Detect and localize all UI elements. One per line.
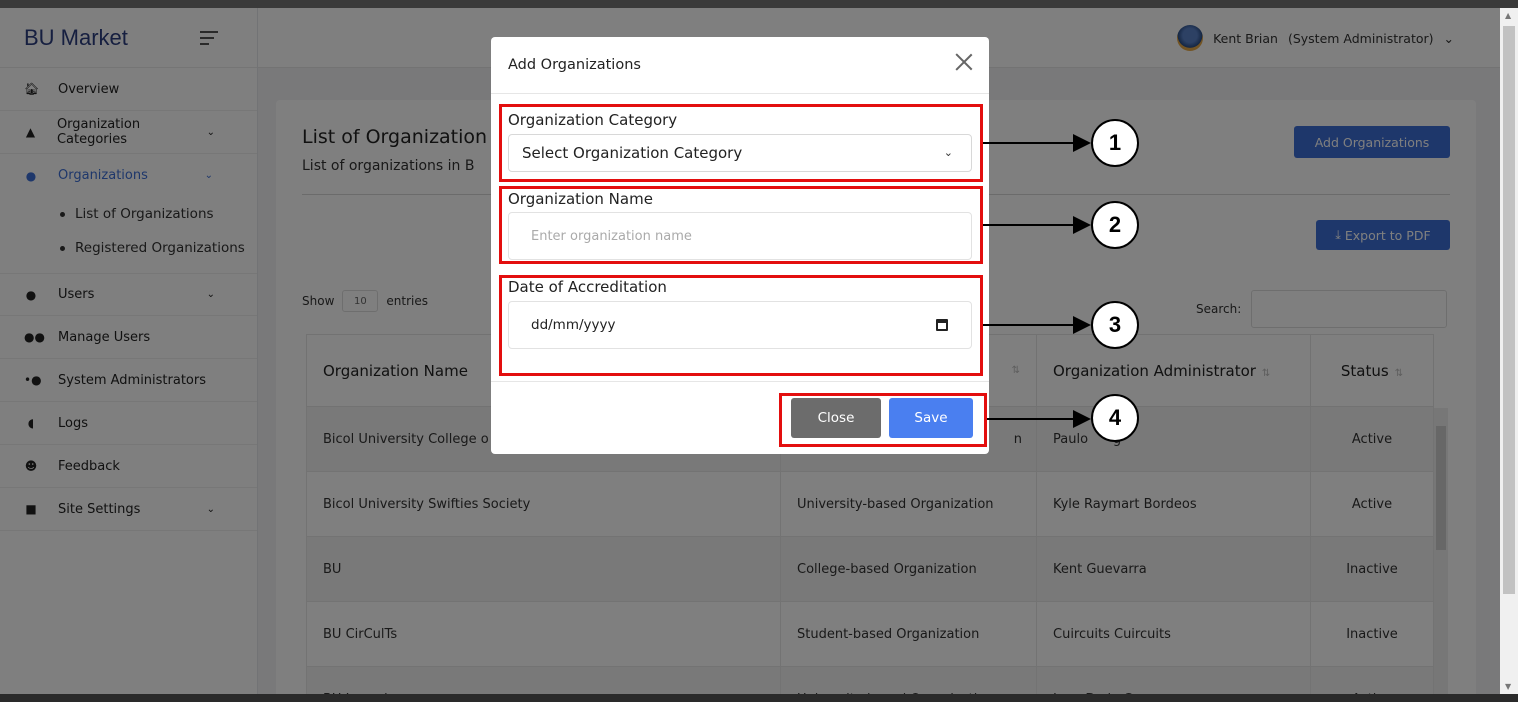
scroll-up-icon[interactable]: ▲: [1505, 11, 1511, 20]
modal-title: Add Organizations: [508, 57, 641, 73]
page-scrollbar[interactable]: ▲ ▼: [1500, 8, 1518, 694]
modal-footer-divider: [491, 381, 989, 382]
page-scrollbar-thumb[interactable]: [1503, 26, 1515, 594]
window-bottom-strip: [0, 694, 1518, 702]
annotation-arrow-2: [983, 224, 1075, 226]
callout-4: 4: [1091, 394, 1139, 442]
callout-3: 3: [1091, 301, 1139, 349]
callout-2: 2: [1091, 201, 1139, 249]
scroll-down-icon[interactable]: ▼: [1505, 682, 1511, 691]
annotation-box-1: [499, 104, 983, 182]
annotation-arrow-1: [983, 142, 1075, 144]
annotation-box-3: [499, 275, 983, 376]
callout-1: 1: [1091, 119, 1139, 167]
window-top-strip: [0, 0, 1518, 8]
annotation-arrow-4: [987, 418, 1075, 420]
arrowhead-icon: [1073, 216, 1091, 234]
modal-header: Add Organizations: [491, 37, 989, 94]
arrowhead-icon: [1073, 134, 1091, 152]
annotation-box-4: [779, 393, 987, 447]
arrowhead-icon: [1073, 316, 1091, 334]
annotation-box-2: [499, 186, 983, 264]
annotation-arrow-3: [983, 324, 1075, 326]
close-icon[interactable]: [953, 51, 975, 73]
arrowhead-icon: [1073, 410, 1091, 428]
